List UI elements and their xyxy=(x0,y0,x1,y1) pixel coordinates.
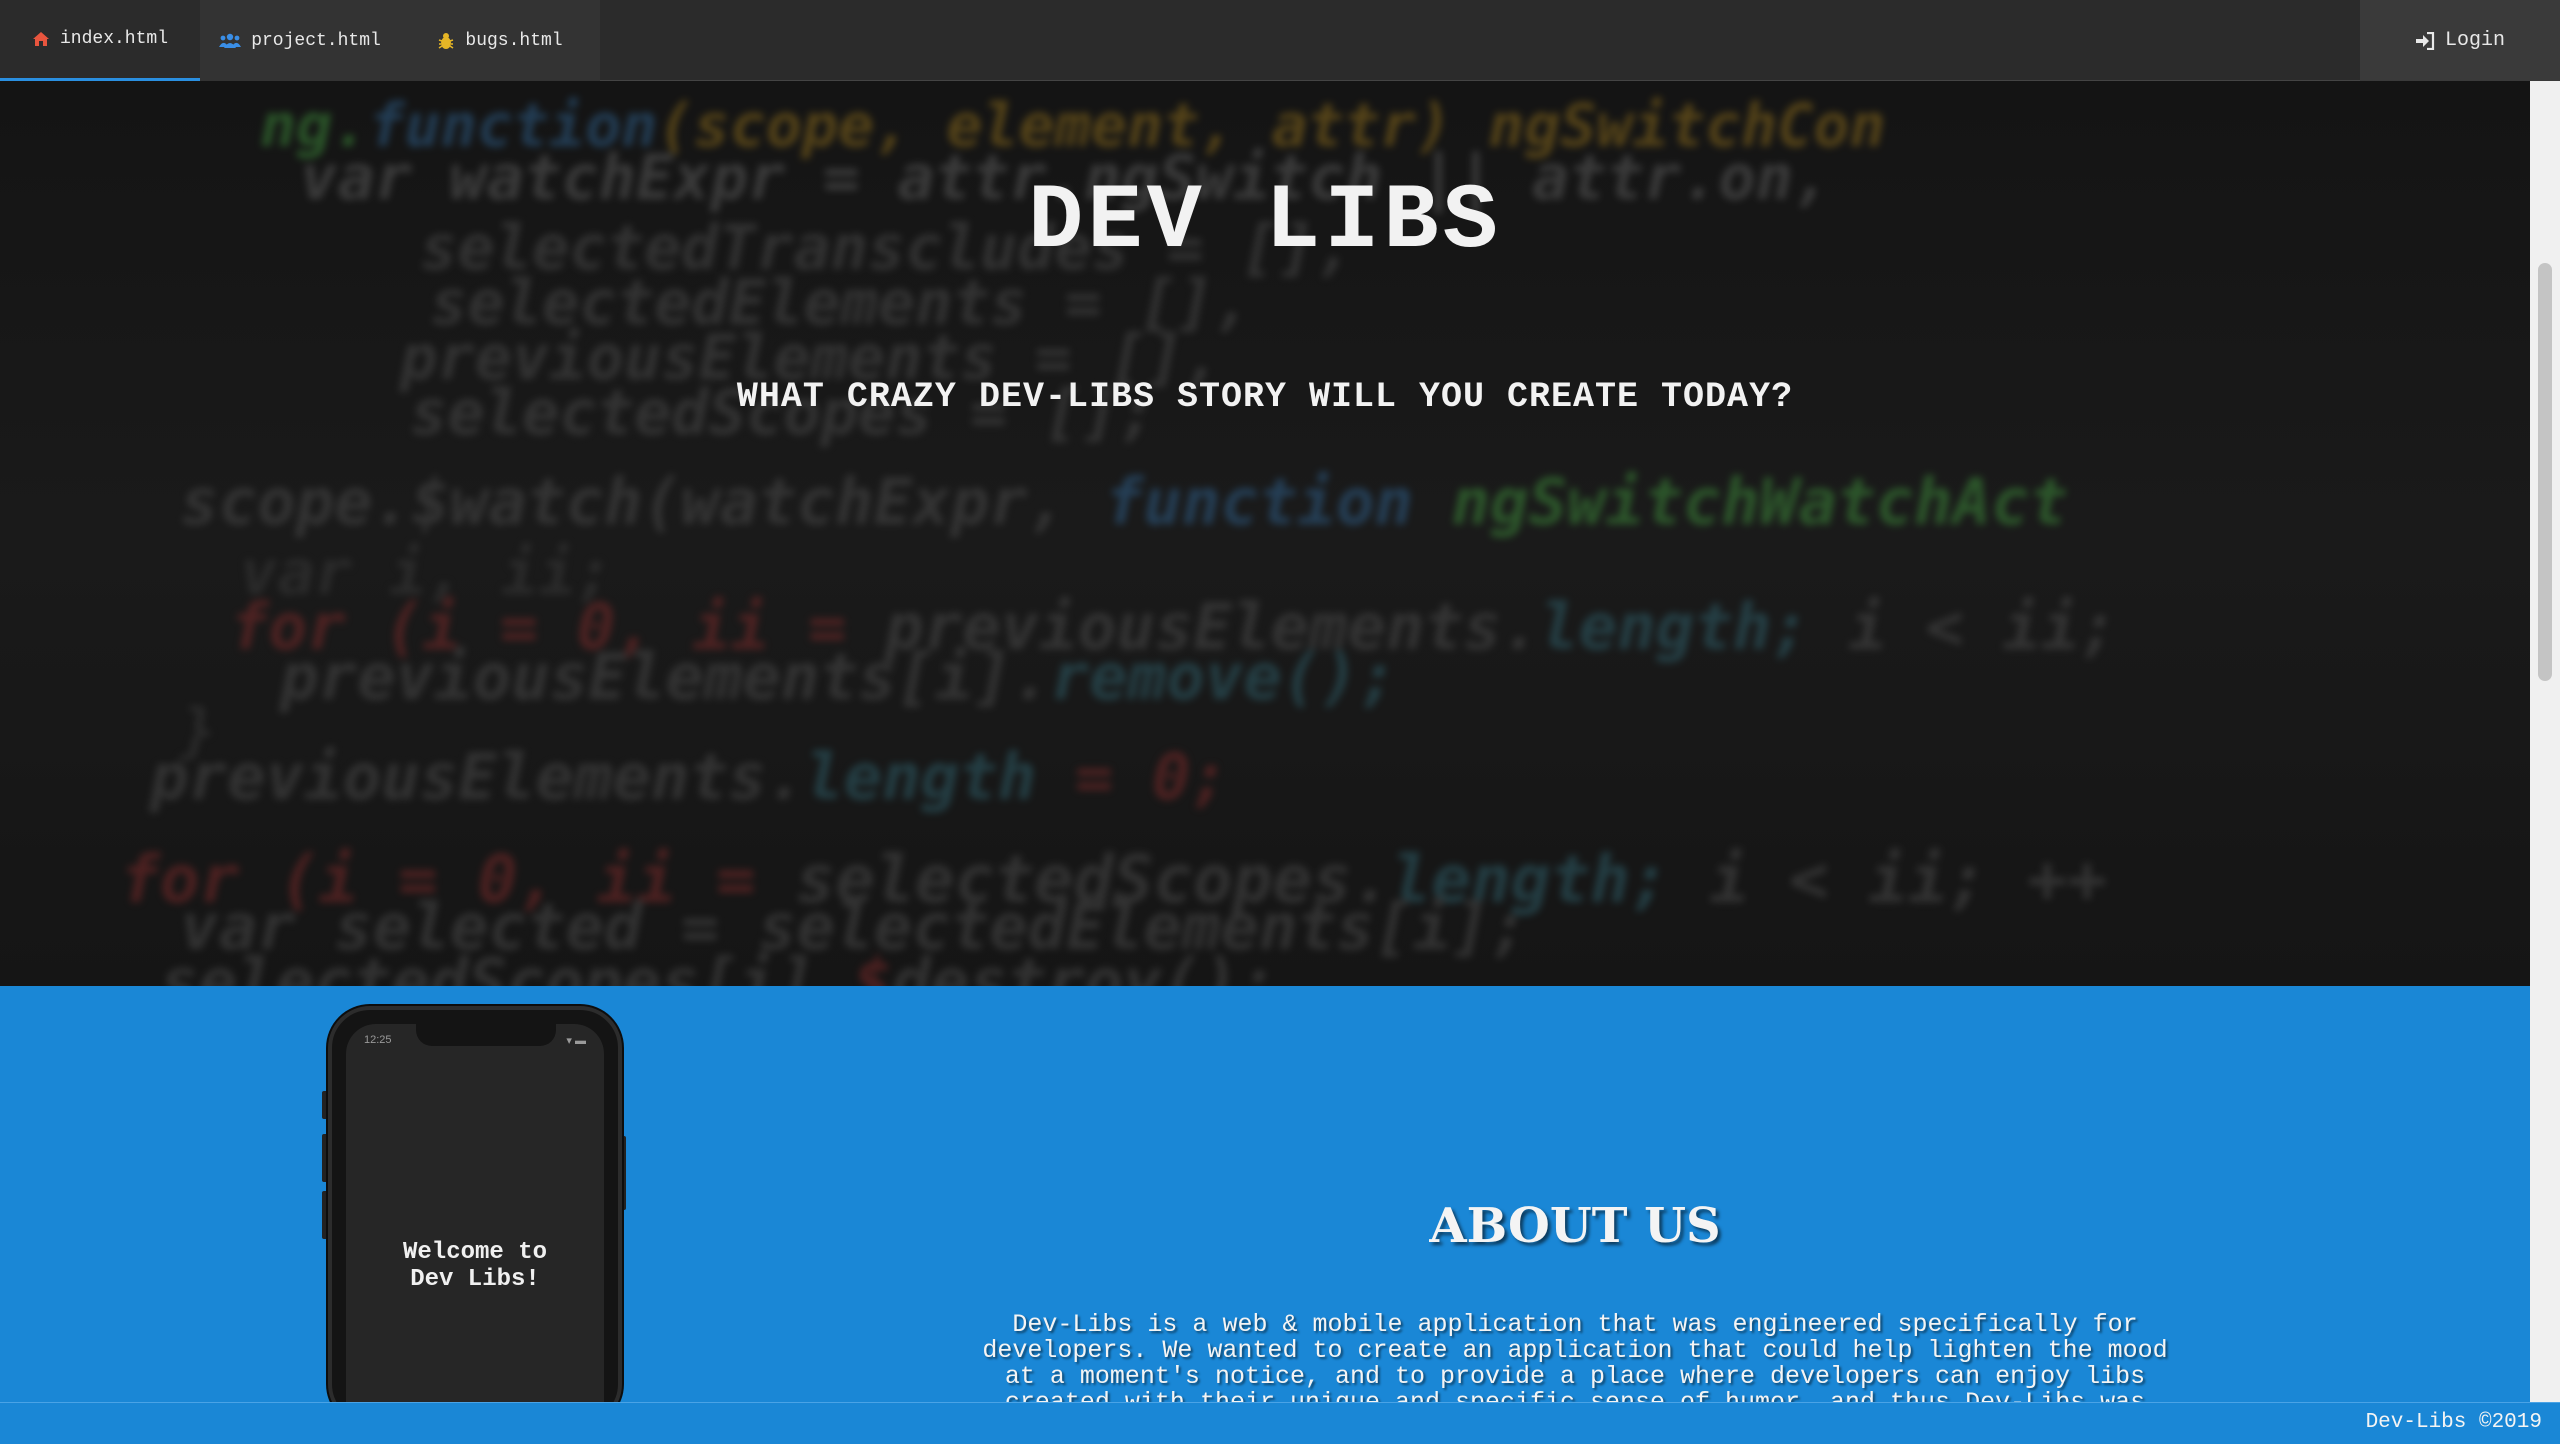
phone-screen: 12:25 ▾ ▬ Welcome to Dev Libs! xyxy=(346,1024,604,1406)
page-scrollbar[interactable] xyxy=(2530,81,2560,1402)
phone-welcome-text: Welcome to Dev Libs! xyxy=(346,1239,604,1293)
phone-notch xyxy=(416,1024,556,1046)
about-section: 12:25 ▾ ▬ Welcome to Dev Libs! ABOUT US … xyxy=(0,986,2530,1406)
tab-project-label: project.html xyxy=(251,30,381,51)
scrollbar-thumb[interactable] xyxy=(2538,263,2552,681)
phone-welcome-line2: Dev Libs! xyxy=(410,1266,540,1293)
home-icon xyxy=(32,31,50,47)
top-navbar: index.html project.html bugs.html Login xyxy=(0,0,2560,81)
hero-subtitle: WHAT CRAZY DEV-LIBS STORY WILL YOU CREAT… xyxy=(736,377,1794,417)
footer: Dev-Libs ©2019 xyxy=(0,1402,2560,1444)
tab-project[interactable]: project.html xyxy=(200,0,400,81)
about-title: ABOUT US xyxy=(1429,1198,1721,1254)
phone-time: 12:25 xyxy=(364,1034,392,1046)
hero-section: ng.function(scope, element, attr) ngSwit… xyxy=(0,81,2530,986)
tab-index-label: index.html xyxy=(59,29,169,49)
tab-bugs-label: bugs.html xyxy=(465,30,563,51)
tab-index[interactable]: index.html xyxy=(0,0,200,81)
phone-welcome-line1: Welcome to xyxy=(402,1239,548,1266)
phone-status-icons: ▾ ▬ xyxy=(566,1035,586,1047)
hero-title: DEV LIBS xyxy=(1028,169,1502,274)
users-icon xyxy=(219,33,242,49)
tab-bugs[interactable]: bugs.html xyxy=(400,0,600,81)
footer-copyright: Dev-Libs ©2019 xyxy=(2365,1411,2542,1434)
login-label: Login xyxy=(2444,29,2505,52)
login-button[interactable]: Login xyxy=(2360,0,2560,81)
phone-mockup: 12:25 ▾ ▬ Welcome to Dev Libs! xyxy=(328,1006,622,1406)
about-text: Dev-Libs is a web & mobile application t… xyxy=(982,1310,2168,1407)
bug-icon xyxy=(437,32,455,50)
sign-in-icon xyxy=(2415,31,2435,50)
